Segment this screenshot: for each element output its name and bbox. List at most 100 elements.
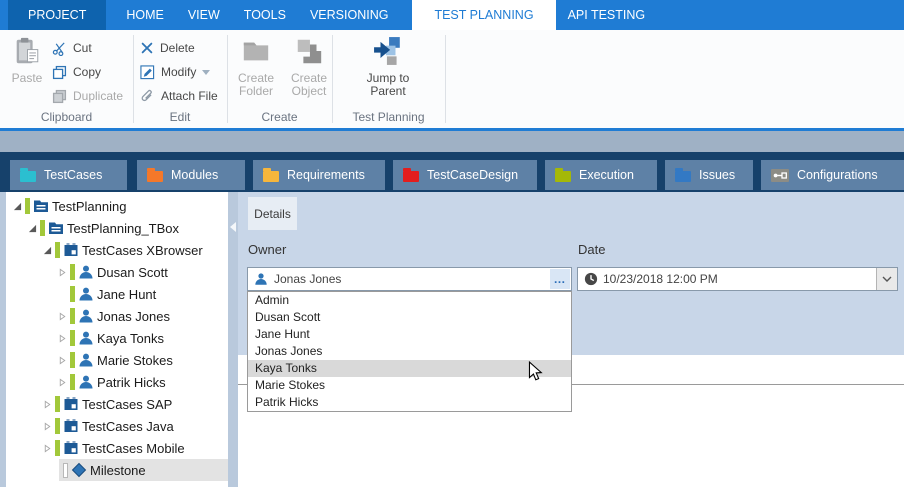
- dropdown-option-dusan-scott[interactable]: Dusan Scott: [248, 309, 571, 326]
- tree-item-patrik-hicks[interactable]: Patrik Hicks: [6, 371, 228, 393]
- test-cycle-calendar-icon: [63, 242, 79, 258]
- dropdown-option-marie-stokes[interactable]: Marie Stokes: [248, 377, 571, 394]
- expanded-toggle-icon[interactable]: [41, 246, 53, 255]
- tree-item-dusan-scott[interactable]: Dusan Scott: [6, 261, 228, 283]
- duplicate-button[interactable]: Duplicate: [52, 86, 123, 106]
- menu-item-tools[interactable]: TOOLS: [232, 0, 298, 30]
- owner-combobox[interactable]: Jonas Jones …: [247, 267, 572, 291]
- tab-label: TestCaseDesign: [427, 168, 518, 182]
- tree-item-jane-hunt[interactable]: Jane Hunt: [6, 283, 228, 305]
- date-dropdown-button[interactable]: [876, 268, 897, 290]
- owner-value: Jonas Jones: [274, 272, 550, 286]
- tab-modules[interactable]: Modules: [137, 160, 245, 190]
- tab-requirements[interactable]: Requirements: [253, 160, 385, 190]
- collapsed-toggle-icon[interactable]: [56, 356, 68, 365]
- green-status-bar: [70, 264, 75, 280]
- clipboard-group-label: Clipboard: [0, 110, 133, 124]
- modify-dropdown-arrow-icon[interactable]: [202, 70, 210, 75]
- tab-execution[interactable]: Execution: [545, 160, 657, 190]
- attach-file-button[interactable]: Attach File: [140, 86, 218, 106]
- tab-testcasedesign[interactable]: TestCaseDesign: [393, 160, 537, 190]
- dropdown-option-kaya-tonks-hovered[interactable]: Kaya Tonks: [248, 360, 571, 377]
- tree-item-testcases-sap[interactable]: TestCases SAP: [6, 393, 228, 415]
- tree-item-testcases-xbrowser[interactable]: TestCases XBrowser: [6, 239, 228, 261]
- tab-testcases[interactable]: TestCases: [10, 160, 127, 190]
- date-field-label: Date: [578, 242, 605, 257]
- jump-to-parent-button[interactable]: Jump to Parent: [351, 34, 425, 98]
- tree-item-testplanning-tbox[interactable]: TestPlanning_TBox: [6, 217, 228, 239]
- cut-button[interactable]: Cut: [52, 38, 92, 58]
- menu-item-test-planning-active[interactable]: TEST PLANNING: [412, 0, 555, 30]
- paste-clipboard-icon: [4, 36, 50, 69]
- create-folder-button[interactable]: Create Folder: [231, 34, 281, 98]
- details-panel: Details Owner Jonas Jones … Date 10/23/2…: [238, 192, 904, 487]
- menu-item-home[interactable]: HOME: [114, 0, 176, 30]
- tab-label: Configurations: [797, 168, 878, 182]
- tab-label: Requirements: [287, 168, 365, 182]
- person-icon: [78, 330, 94, 346]
- date-value: 10/23/2018 12:00 PM: [603, 272, 876, 286]
- dropdown-option-jane-hunt[interactable]: Jane Hunt: [248, 326, 571, 343]
- copy-button[interactable]: Copy: [52, 62, 101, 82]
- create-object-button[interactable]: Create Object: [284, 34, 334, 98]
- expanded-toggle-icon[interactable]: [11, 202, 23, 211]
- create-group-label: Create: [227, 110, 332, 124]
- paste-button[interactable]: Paste: [4, 34, 50, 85]
- green-status-bar: [55, 440, 60, 456]
- tree-item-marie-stokes[interactable]: Marie Stokes: [6, 349, 228, 371]
- tab-label: Issues: [699, 168, 735, 182]
- dropdown-option-patrik-hicks[interactable]: Patrik Hicks: [248, 394, 571, 411]
- tree-item-label: Dusan Scott: [97, 265, 168, 280]
- person-icon: [78, 264, 94, 280]
- collapsed-toggle-icon[interactable]: [56, 334, 68, 343]
- green-status-bar: [70, 308, 75, 324]
- tab-label: Execution: [579, 168, 634, 182]
- dropdown-option-admin[interactable]: Admin: [248, 292, 571, 309]
- panel-splitter[interactable]: [228, 192, 238, 487]
- owner-field-label: Owner: [248, 242, 286, 257]
- menu-item-view[interactable]: VIEW: [176, 0, 232, 30]
- cut-scissors-icon: [52, 41, 67, 56]
- green-status-bar: [70, 374, 75, 390]
- expanded-toggle-icon[interactable]: [26, 224, 38, 233]
- menu-item-project[interactable]: PROJECT: [8, 0, 106, 30]
- collapsed-toggle-icon[interactable]: [41, 400, 53, 409]
- collapsed-toggle-icon[interactable]: [41, 444, 53, 453]
- tree-item-kaya-tonks[interactable]: Kaya Tonks: [6, 327, 228, 349]
- delete-button[interactable]: Delete: [140, 38, 195, 58]
- ribbon-toolbar: Paste Cut Copy Duplicate Delete Modify: [0, 30, 904, 131]
- tree-item-testcases-java[interactable]: TestCases Java: [6, 415, 228, 437]
- menu-item-api-testing[interactable]: API TESTING: [556, 0, 658, 30]
- mouse-cursor: [527, 361, 543, 387]
- collapsed-toggle-icon[interactable]: [41, 422, 53, 431]
- collapsed-toggle-icon[interactable]: [56, 268, 68, 277]
- collapse-left-arrow-icon[interactable]: [230, 222, 236, 232]
- window-background-strip: [0, 131, 904, 152]
- menu-item-versioning[interactable]: VERSIONING: [298, 0, 401, 30]
- configurations-node-icon: [771, 169, 789, 182]
- dropdown-option-jonas-jones[interactable]: Jonas Jones: [248, 343, 571, 360]
- person-icon: [78, 286, 94, 302]
- collapsed-toggle-icon[interactable]: [56, 378, 68, 387]
- collapsed-toggle-icon[interactable]: [56, 312, 68, 321]
- tree-item-testplanning[interactable]: TestPlanning: [6, 195, 228, 217]
- ribbon-group-separator: [445, 35, 446, 123]
- tree-item-jonas-jones[interactable]: Jonas Jones: [6, 305, 228, 327]
- tree-item-testcases-mobile[interactable]: TestCases Mobile: [6, 437, 228, 459]
- tab-details[interactable]: Details: [248, 197, 297, 230]
- tab-issues[interactable]: Issues: [665, 160, 753, 190]
- tree-item-milestone-selected[interactable]: Milestone: [6, 459, 228, 481]
- owner-browse-button[interactable]: …: [550, 269, 570, 289]
- outline-status-bar: [63, 463, 68, 478]
- green-status-bar: [70, 352, 75, 368]
- tab-label: Modules: [171, 168, 218, 182]
- create-object-label: Create Object: [291, 71, 327, 98]
- modify-button[interactable]: Modify: [140, 62, 210, 82]
- folder-icon: [403, 171, 419, 182]
- attach-file-label: Attach File: [161, 89, 218, 103]
- tab-label: TestCases: [44, 168, 102, 182]
- date-picker[interactable]: 10/23/2018 12:00 PM: [577, 267, 898, 291]
- person-icon: [78, 308, 94, 324]
- tab-configurations[interactable]: Configurations: [761, 160, 904, 190]
- delete-x-icon: [140, 41, 154, 55]
